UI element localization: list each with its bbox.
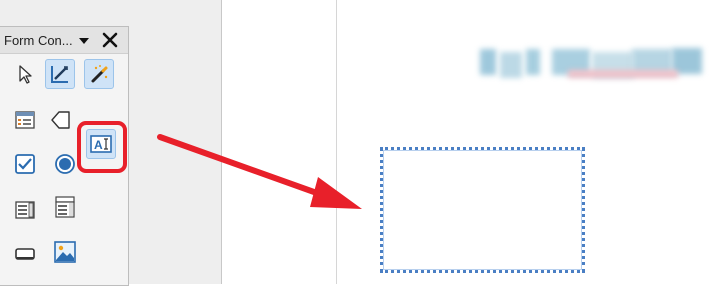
wand-icon — [88, 63, 110, 85]
label-tool-button[interactable] — [45, 105, 75, 135]
combo-box-tool-button[interactable] — [50, 192, 80, 222]
annotation-arrow — [157, 134, 362, 209]
push-button-tool-button[interactable] — [10, 239, 40, 269]
toolbar-header[interactable]: Form Con... — [0, 27, 128, 54]
image-button-tool-button[interactable] — [50, 237, 80, 267]
form-properties-tool-button[interactable] — [10, 105, 40, 135]
list-box-tool-button[interactable] — [10, 195, 40, 225]
combo-box-icon — [54, 195, 76, 219]
design-mode-tool-button[interactable] — [45, 59, 75, 89]
image-icon — [53, 240, 77, 264]
form-properties-icon — [14, 109, 36, 131]
text-box-tool-highlight — [77, 121, 127, 173]
design-mode-icon — [49, 63, 71, 85]
radio-icon — [54, 153, 76, 175]
push-button-icon — [14, 243, 36, 265]
obscured-heading — [480, 44, 710, 80]
check-box-tool-button[interactable] — [10, 149, 40, 179]
checkbox-icon — [14, 153, 36, 175]
option-button-tool-button[interactable] — [50, 149, 80, 179]
select-tool-button[interactable] — [10, 59, 40, 89]
tag-icon — [49, 109, 71, 131]
text-box-placeholder[interactable] — [380, 147, 585, 273]
list-box-icon — [14, 199, 36, 221]
control-wizards-tool-button[interactable] — [84, 59, 114, 89]
form-controls-toolbar: Form Con... A — [0, 26, 129, 286]
dropdown-triangle-icon[interactable] — [78, 34, 90, 46]
close-icon[interactable] — [100, 30, 120, 50]
pointer-arrow-icon — [14, 63, 36, 85]
toolbar-title: Form Con... — [4, 33, 73, 48]
